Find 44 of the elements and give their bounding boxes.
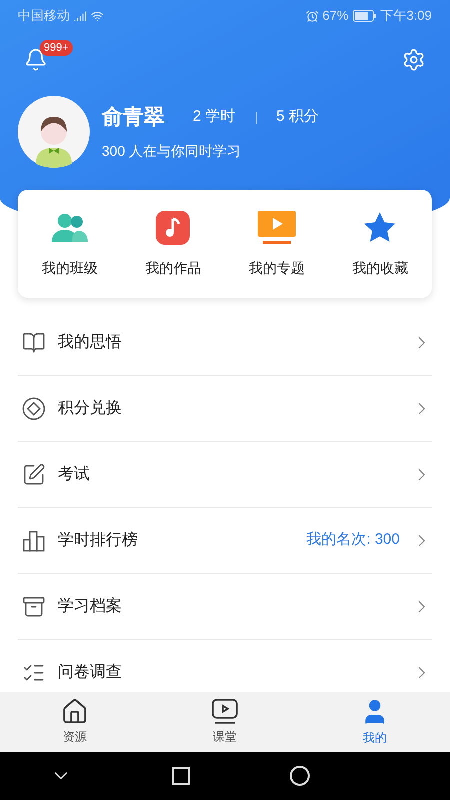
archive-icon	[22, 594, 46, 618]
avatar	[18, 96, 90, 168]
menu-row[interactable]: 考试	[18, 442, 432, 508]
shortcut-button[interactable]: 我的专题	[225, 190, 328, 298]
carrier-name: 中国移动	[18, 7, 70, 26]
shortcut-button[interactable]: 我的班级	[18, 190, 122, 298]
user-name: 俞青翠	[102, 104, 165, 131]
video-screen-icon	[258, 210, 296, 244]
bar-chart-icon	[22, 528, 46, 552]
points-count: 5 积分	[276, 107, 320, 128]
menu-label: 我的思悟	[58, 332, 123, 352]
menu-label: 学习档案	[58, 596, 123, 616]
book-icon	[22, 330, 46, 354]
menu-row[interactable]: 学习档案	[18, 574, 432, 640]
people-icon	[52, 212, 88, 244]
tab[interactable]: 我的	[300, 692, 450, 752]
signal-icon	[74, 10, 87, 22]
tab[interactable]: 资源	[0, 692, 150, 752]
battery-icon	[352, 10, 377, 22]
menu-label: 学时排行榜	[58, 530, 139, 550]
shortcut-button[interactable]: 我的收藏	[328, 190, 432, 298]
concurrent-learners: 300 人在与你同时学习	[102, 142, 242, 162]
shortcut-button[interactable]: 我的作品	[122, 190, 225, 298]
clock: 下午3:09	[380, 7, 432, 26]
notification-badge: 999+	[40, 40, 73, 56]
battery-percent: 67%	[322, 7, 349, 26]
alarm-icon	[306, 10, 319, 22]
music-note-icon	[156, 210, 190, 244]
menu-label: 考试	[58, 464, 91, 484]
menu-label: 积分兑换	[58, 398, 123, 418]
menu-row[interactable]: 学时排行榜 我的名次: 300	[18, 508, 432, 574]
menu-row[interactable]: 积分兑换	[18, 376, 432, 442]
play-screen-icon	[211, 698, 239, 726]
diamond-circle-icon	[22, 396, 46, 420]
study-hours: 2 学时	[193, 107, 236, 128]
home-icon	[61, 698, 89, 726]
settings-icon[interactable]	[402, 48, 426, 72]
edit-icon	[22, 462, 46, 486]
tab[interactable]: 课堂	[150, 692, 300, 752]
menu-label: 问卷调查	[58, 662, 123, 682]
wifi-icon	[91, 10, 104, 22]
rank-value: 我的名次: 300	[306, 530, 400, 550]
recents-square-icon[interactable]	[172, 767, 190, 785]
menu-row[interactable]: 我的思悟	[18, 310, 432, 376]
